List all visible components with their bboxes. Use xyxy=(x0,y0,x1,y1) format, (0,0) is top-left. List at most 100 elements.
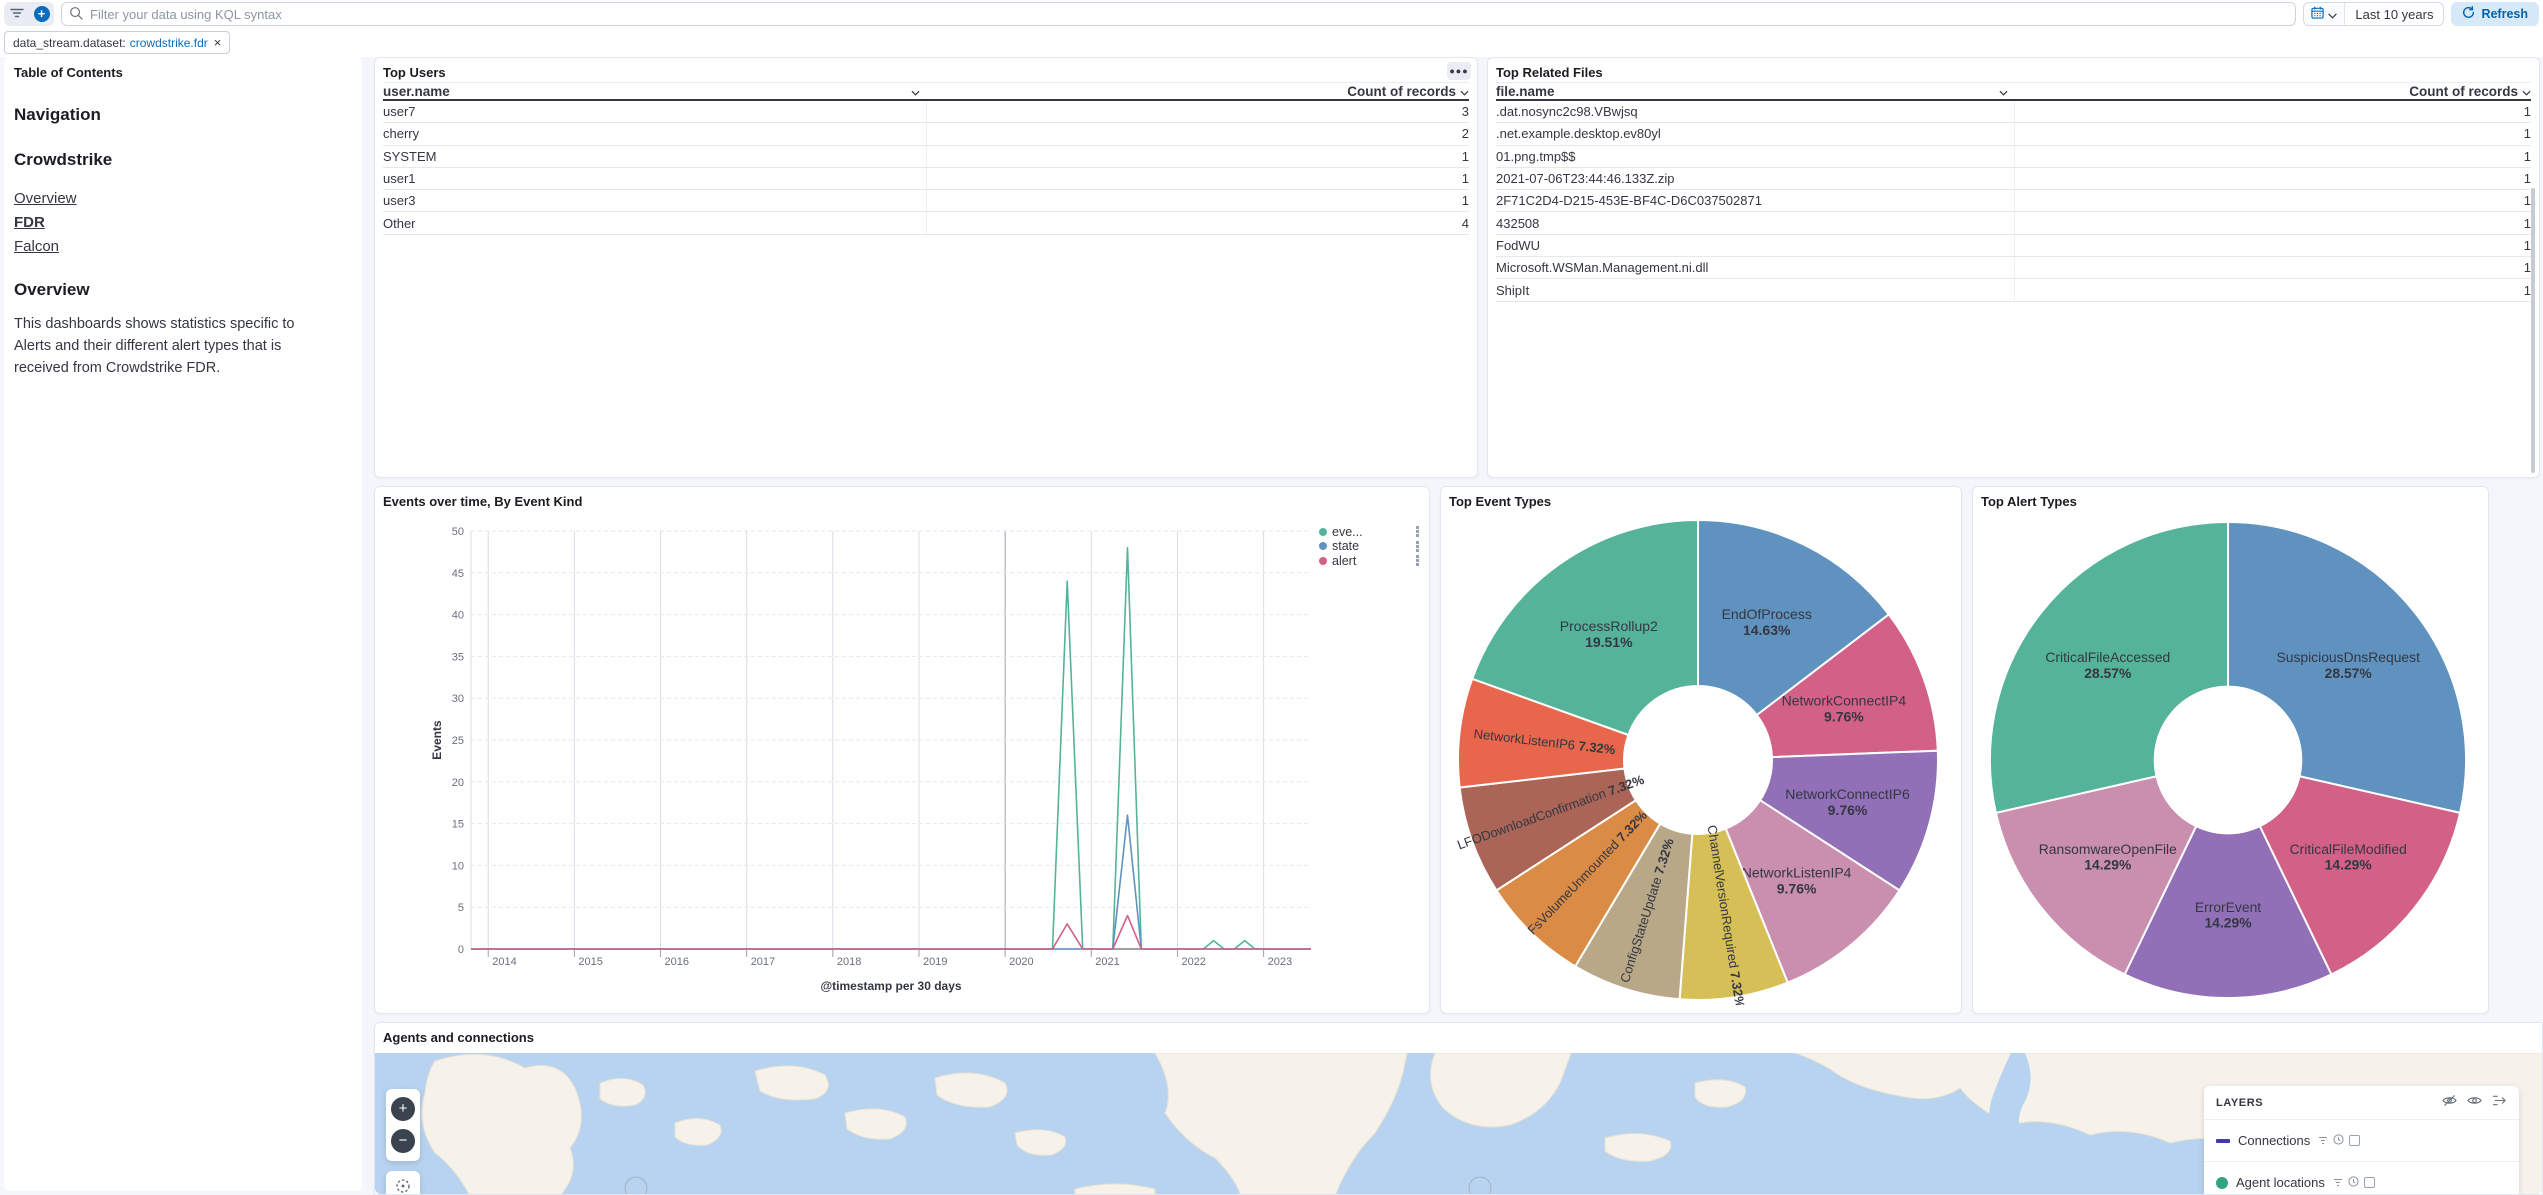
legend-item-alert[interactable]: alert xyxy=(1319,554,1425,568)
panel-menu-button[interactable]: ●●● xyxy=(1447,62,1471,80)
layer-checkbox[interactable] xyxy=(2364,1177,2375,1188)
toc-link-overview[interactable]: Overview xyxy=(14,190,352,207)
cell-user.name[interactable]: Other xyxy=(383,212,926,233)
cell-count-of-records[interactable]: 1 xyxy=(2014,101,2532,122)
remove-filter-icon[interactable]: × xyxy=(214,35,222,50)
cell-count-of-records[interactable]: 1 xyxy=(2014,257,2532,278)
cell-count-of-records[interactable]: 1 xyxy=(2014,212,2532,233)
svg-text:40: 40 xyxy=(452,610,464,622)
column-header-count[interactable]: Count of records xyxy=(1347,84,1456,99)
sort-chevron-icon[interactable] xyxy=(2522,84,2531,99)
cell-file.name[interactable]: .net.example.desktop.ev80yl xyxy=(1496,123,2014,144)
legend-item-eve...[interactable]: eve... xyxy=(1319,525,1425,539)
cell-user.name[interactable]: SYSTEM xyxy=(383,146,926,167)
legend-item-state[interactable]: state xyxy=(1319,540,1425,554)
saved-filters-button[interactable] xyxy=(4,2,29,26)
zoom-out-button[interactable]: − xyxy=(391,1129,415,1153)
events-line-chart[interactable]: 2014201520162017201820192020202120222023… xyxy=(375,487,1429,1013)
date-quick-select-button[interactable] xyxy=(2304,3,2345,25)
add-filter-button[interactable]: + xyxy=(29,2,54,26)
hide-all-layers-icon[interactable] xyxy=(2442,1094,2457,1112)
legend-menu-icon[interactable] xyxy=(1416,555,1419,558)
cell-file.name[interactable]: 432508 xyxy=(1496,212,2014,233)
layer-filter-icon[interactable] xyxy=(2333,1175,2343,1190)
cell-file.name[interactable]: .dat.nosync2c98.VBwjsq xyxy=(1496,101,2014,122)
svg-text:50: 50 xyxy=(452,526,464,538)
refresh-label: Refresh xyxy=(2481,7,2528,21)
series-line-alert[interactable] xyxy=(471,916,1311,949)
cell-count-of-records[interactable]: 1 xyxy=(926,168,1469,189)
toc-link-falcon[interactable]: Falcon xyxy=(14,238,352,255)
event-types-donut-chart[interactable]: EndOfProcess14.63%NetworkConnectIP49.76%… xyxy=(1453,515,1943,1005)
cell-user.name[interactable]: cherry xyxy=(383,123,926,144)
sort-chevron-icon[interactable] xyxy=(911,84,920,99)
collapse-layers-panel-icon[interactable] xyxy=(2492,1094,2507,1112)
cell-file.name[interactable]: Microsoft.WSMan.Management.ni.dll xyxy=(1496,257,2014,278)
layer-row-agent-locations[interactable]: Agent locations xyxy=(2204,1162,2519,1194)
column-header-file-name[interactable]: file.name xyxy=(1496,84,1555,99)
cell-count-of-records[interactable]: 1 xyxy=(2014,235,2532,256)
slice-label: ProcessRollup2 xyxy=(1560,618,1658,634)
legend-menu-icon[interactable] xyxy=(1416,541,1419,544)
layer-clock-icon[interactable] xyxy=(2348,1175,2359,1190)
cell-count-of-records[interactable]: 1 xyxy=(2014,123,2532,144)
svg-text:2014: 2014 xyxy=(492,956,516,968)
slice-percent: 28.57% xyxy=(2325,665,2372,681)
x-axis-title: @timestamp per 30 days xyxy=(820,979,961,993)
cell-count-of-records[interactable]: 1 xyxy=(926,146,1469,167)
filter-lines-icon xyxy=(10,7,24,22)
slice-label: CriticalFileAccessed xyxy=(2045,649,2170,665)
refresh-button[interactable]: Refresh xyxy=(2451,2,2539,26)
cell-count-of-records[interactable]: 4 xyxy=(926,212,1469,233)
layer-filter-icon[interactable] xyxy=(2318,1133,2328,1148)
layer-line-swatch-icon xyxy=(2216,1139,2230,1143)
set-view-button[interactable] xyxy=(386,1171,420,1194)
map-canvas[interactable]: + − LAYERS xyxy=(375,1053,2542,1194)
agents-connections-map-panel: Agents and connections xyxy=(374,1022,2543,1195)
slice-percent: 19.51% xyxy=(1585,634,1633,650)
table-row: 4325081 xyxy=(1496,212,2531,234)
cell-count-of-records[interactable]: 1 xyxy=(926,190,1469,211)
top-alert-types-panel: Top Alert Types SuspiciousDnsRequest28.5… xyxy=(1972,486,2489,1014)
show-all-layers-icon[interactable] xyxy=(2467,1094,2482,1112)
top-users-panel: Top Users ●●● user.name Count of records… xyxy=(374,57,1478,478)
cell-file.name[interactable]: 2021-07-06T23:44:46.133Z.zip xyxy=(1496,168,2014,189)
layer-checkbox[interactable] xyxy=(2349,1135,2360,1146)
vertical-scrollbar[interactable] xyxy=(2531,188,2535,473)
cell-count-of-records[interactable]: 1 xyxy=(2014,146,2532,167)
filter-pill[interactable]: data_stream.dataset: crowdstrike.fdr × xyxy=(4,31,230,54)
svg-text:35: 35 xyxy=(452,651,464,663)
cell-count-of-records[interactable]: 1 xyxy=(2014,190,2532,211)
legend-menu-icon[interactable] xyxy=(1416,526,1419,529)
cell-file.name[interactable]: FodWU xyxy=(1496,235,2014,256)
time-range-display[interactable]: Last 10 years xyxy=(2345,7,2443,22)
cell-count-of-records[interactable]: 1 xyxy=(2014,168,2532,189)
column-header-user-name[interactable]: user.name xyxy=(383,84,450,99)
cell-file.name[interactable]: 2F71C2D4-D215-453E-BF4C-D6C037502871 xyxy=(1496,190,2014,211)
toc-link-fdr[interactable]: FDR xyxy=(14,214,352,231)
cell-file.name[interactable]: 01.png.tmp$$ xyxy=(1496,146,2014,167)
cell-user.name[interactable]: user1 xyxy=(383,168,926,189)
kql-search-input[interactable] xyxy=(61,2,2296,26)
layer-row-connections[interactable]: Connections xyxy=(2204,1120,2519,1162)
slice-label: ErrorEvent xyxy=(2195,899,2261,915)
cell-count-of-records[interactable]: 2 xyxy=(926,123,1469,144)
cell-user.name[interactable]: user3 xyxy=(383,190,926,211)
cell-count-of-records[interactable]: 3 xyxy=(926,101,1469,122)
sort-chevron-icon[interactable] xyxy=(1999,84,2008,99)
series-line-eve...[interactable] xyxy=(471,548,1311,949)
column-header-count[interactable]: Count of records xyxy=(2409,84,2518,99)
cell-file.name[interactable]: ShipIt xyxy=(1496,279,2014,300)
sort-chevron-icon[interactable] xyxy=(1460,84,1469,99)
alert-types-donut-chart[interactable]: SuspiciousDnsRequest28.57%CriticalFileMo… xyxy=(1985,517,2471,1003)
table-row: user31 xyxy=(383,190,1469,212)
cell-count-of-records[interactable]: 1 xyxy=(2014,279,2532,300)
series-line-state[interactable] xyxy=(471,815,1311,949)
legend-label: state xyxy=(1332,539,1359,553)
cell-user.name[interactable]: user7 xyxy=(383,101,926,122)
slice-percent: 9.76% xyxy=(1828,802,1868,818)
layer-clock-icon[interactable] xyxy=(2333,1133,2344,1148)
svg-text:0: 0 xyxy=(458,944,464,956)
legend-label: eve... xyxy=(1332,525,1363,539)
zoom-in-button[interactable]: + xyxy=(391,1097,415,1121)
